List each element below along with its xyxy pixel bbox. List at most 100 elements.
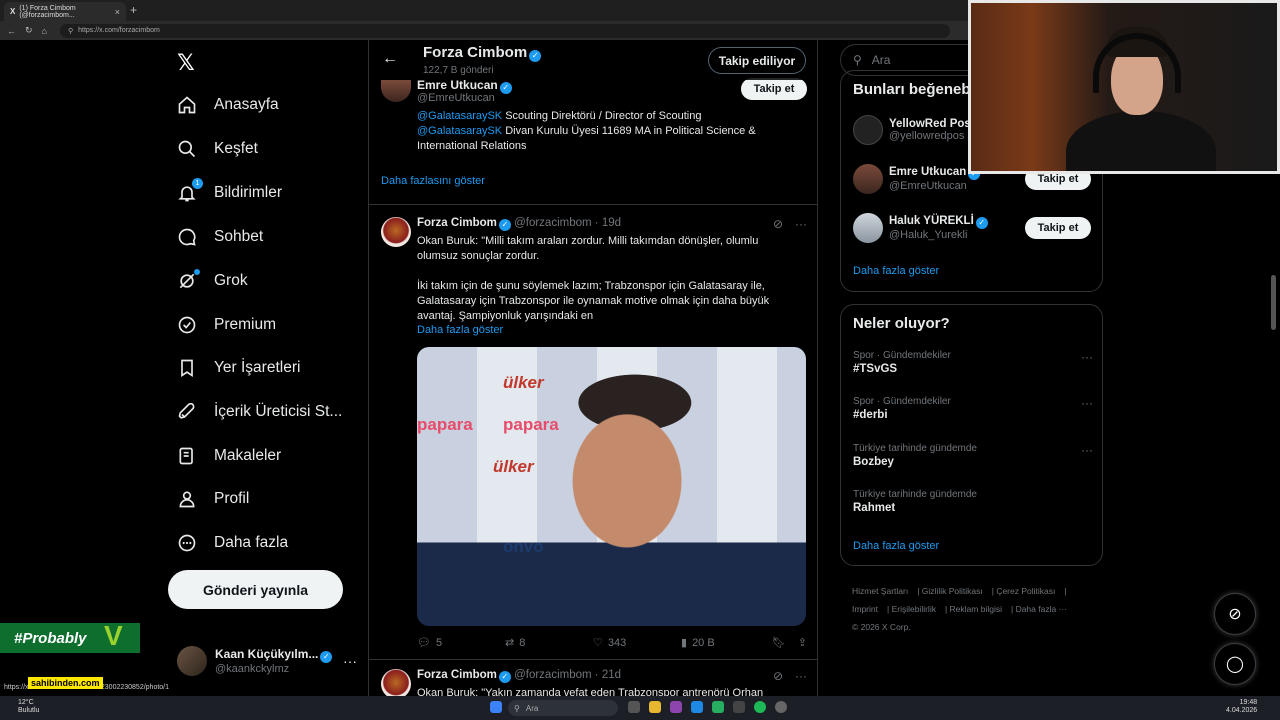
spotify-icon[interactable] bbox=[754, 701, 766, 713]
mention-link[interactable]: @GalatasaraySK bbox=[417, 125, 502, 137]
webcam-overlay bbox=[968, 0, 1280, 174]
share-icon[interactable]: ⇪ bbox=[798, 636, 807, 649]
footer-link[interactable]: Daha fazla ··· bbox=[1016, 604, 1068, 614]
copyright: © 2026 X Corp. bbox=[852, 622, 911, 632]
reload-icon[interactable]: ↻ bbox=[25, 25, 33, 36]
webcam-body bbox=[1066, 111, 1216, 171]
settings-icon[interactable] bbox=[775, 701, 787, 713]
more-dots-icon[interactable]: ··· bbox=[1081, 350, 1093, 364]
tweet[interactable]: Forza Cimbom ✓ @forzacimbom · 21d ⊘ ··· O… bbox=[369, 660, 817, 696]
site-info-icon[interactable]: ⚲ bbox=[68, 27, 73, 35]
tweet[interactable]: Forza Cimbom ✓ @forzacimbom · 19d ⊘ ··· O… bbox=[369, 205, 817, 660]
footer-link[interactable]: Hizmet Şartları bbox=[852, 586, 908, 596]
avatar bbox=[853, 164, 883, 194]
trend-item[interactable]: Türkiye tarihinde gündemde Rahmet bbox=[853, 489, 1093, 514]
footer-link[interactable]: Reklam bilgisi bbox=[950, 604, 1002, 614]
nav-label: Keşfet bbox=[214, 140, 258, 157]
more-dots-icon[interactable]: ··· bbox=[1081, 396, 1093, 410]
reply-button[interactable]: 💬︎ 5 bbox=[417, 636, 505, 650]
mention-link[interactable]: @GalatasaraySK bbox=[417, 110, 502, 122]
start-icon[interactable] bbox=[490, 701, 502, 713]
chat-icon bbox=[176, 226, 198, 248]
x-favicon-icon: X bbox=[10, 7, 16, 16]
like-count: 343 bbox=[607, 636, 627, 649]
suggestion-item[interactable]: Emre Utkucan✓@EmreUtkucan bbox=[853, 164, 981, 194]
show-more-link[interactable]: Daha fazla göster bbox=[853, 540, 939, 552]
x-logo-icon[interactable]: 𝕏 bbox=[177, 50, 195, 76]
browser-tab[interactable]: X (1) Forza Cimbom (@forzacimbom... × bbox=[4, 2, 126, 21]
suggestion-name: YellowRed Pos bbox=[889, 118, 971, 130]
tweet-time[interactable]: 21d bbox=[602, 669, 621, 681]
show-more-link[interactable]: Daha fazla göster bbox=[853, 265, 939, 277]
user-cell[interactable]: Emre Utkucan ✓ @EmreUtkucan Takip et @Gal… bbox=[369, 78, 817, 205]
trend-item[interactable]: Spor · Gündemdekiler #TSvGS ··· bbox=[853, 350, 1093, 375]
nav-bookmarks[interactable]: Yer İşaretleri bbox=[176, 357, 300, 379]
more-dots-icon[interactable]: ··· bbox=[343, 653, 357, 669]
messages-fab-button[interactable]: ◯ bbox=[1214, 643, 1256, 685]
edge-icon[interactable] bbox=[691, 701, 703, 713]
file-explorer-icon[interactable] bbox=[649, 701, 661, 713]
weather-widget[interactable]: 12°C Bulutlu bbox=[18, 699, 39, 715]
account-switcher[interactable]: Kaan Küçükyılm... ✓ @kaankckylmz ··· bbox=[177, 644, 357, 678]
nav-grok[interactable]: Grok bbox=[176, 269, 248, 292]
nav-label: Makaleler bbox=[214, 447, 282, 464]
following-button[interactable]: Takip ediliyor bbox=[708, 47, 806, 74]
bio-text: Scouting Direktörü / Director of Scoutin… bbox=[502, 110, 702, 122]
home-browser-icon[interactable]: ⌂ bbox=[42, 26, 47, 36]
follow-button[interactable]: Takip et bbox=[1025, 217, 1091, 239]
taskbar-clock[interactable]: 19:48 4.04.2026 bbox=[1226, 699, 1257, 715]
taskbar-search[interactable]: ⚲ Ara bbox=[508, 700, 618, 716]
scrollbar[interactable] bbox=[1271, 275, 1276, 330]
profile-header: ← Forza Cimbom ✓ 122,7 B gönderi Takip ed… bbox=[369, 40, 817, 80]
left-navigation: 𝕏 Anasayfa Keşfet 1 Bildirimler Sohbet G… bbox=[168, 40, 358, 696]
show-more-link[interactable]: Daha fazlasını göster bbox=[381, 175, 485, 187]
close-tab-icon[interactable]: × bbox=[115, 7, 120, 17]
repost-button[interactable]: ⇄ 8 bbox=[505, 636, 593, 650]
tweet-handle: @forzacimbom bbox=[514, 669, 592, 681]
url-field[interactable]: ⚲ https://x.com/forzacimbom bbox=[59, 23, 950, 38]
nav-creator-studio[interactable]: İçerik Üreticisi St... bbox=[176, 401, 342, 423]
nav-articles[interactable]: Makaleler bbox=[176, 445, 281, 467]
nav-premium[interactable]: Premium bbox=[176, 314, 276, 336]
footer-link[interactable]: Çerez Politikası bbox=[996, 586, 1055, 596]
suggestion-item[interactable]: YellowRed Pos @yellowredpos bbox=[853, 115, 971, 145]
footer-link[interactable]: Gizlilik Politikası bbox=[922, 586, 983, 596]
back-arrow-icon[interactable]: ← bbox=[382, 50, 398, 68]
chrome-icon[interactable] bbox=[712, 701, 724, 713]
task-view-icon[interactable] bbox=[628, 701, 640, 713]
app-icon[interactable] bbox=[733, 701, 745, 713]
tweet-media-image[interactable]: ülker papara papara ülker onvo bbox=[417, 347, 806, 626]
grok-icon[interactable]: ⊘ bbox=[773, 669, 783, 683]
separator: · bbox=[594, 217, 602, 229]
grok-icon[interactable]: ⊘ bbox=[773, 217, 783, 231]
user-bio: @GalatasaraySK Scouting Direktörü / Dire… bbox=[417, 109, 807, 154]
nav-more[interactable]: Daha fazla bbox=[176, 532, 288, 554]
tweet-time[interactable]: 19d bbox=[602, 217, 621, 229]
nav-explore[interactable]: Keşfet bbox=[176, 138, 258, 160]
nav-profile[interactable]: Profil bbox=[176, 488, 249, 510]
more-dots-icon[interactable]: ··· bbox=[795, 669, 807, 683]
app-icon[interactable] bbox=[670, 701, 682, 713]
views-button[interactable]: ▮ 20 B bbox=[681, 636, 769, 650]
suggestion-name: Emre Utkucan bbox=[889, 166, 967, 178]
post-button[interactable]: Gönderi yayınla bbox=[168, 570, 343, 609]
footer-link[interactable]: Imprint bbox=[852, 604, 878, 614]
new-tab-icon[interactable]: + bbox=[130, 3, 137, 17]
trend-item[interactable]: Türkiye tarihinde gündemde Bozbey ··· bbox=[853, 443, 1093, 468]
grok-fab-button[interactable]: ⊘ bbox=[1214, 593, 1256, 635]
trends-title: Neler oluyor? bbox=[853, 315, 950, 332]
more-dots-icon[interactable]: ··· bbox=[1081, 443, 1093, 457]
nav-home[interactable]: Anasayfa bbox=[176, 94, 279, 116]
suggestion-item[interactable]: Haluk YÜREKLİ ✓ @Haluk_Yurekli bbox=[853, 213, 988, 243]
like-button[interactable]: ♡ 343 bbox=[593, 636, 681, 650]
bookmark-icon[interactable]: 🔖︎ bbox=[772, 636, 786, 649]
nav-chat[interactable]: Sohbet bbox=[176, 226, 263, 248]
more-dots-icon[interactable]: ··· bbox=[795, 217, 807, 231]
follow-button[interactable]: Takip et bbox=[741, 78, 807, 100]
nav-label: Yer İşaretleri bbox=[214, 359, 301, 376]
back-icon[interactable]: ← bbox=[7, 26, 16, 36]
footer-link[interactable]: Erişilebilirlik bbox=[892, 604, 936, 614]
show-more-link[interactable]: Daha fazla göster bbox=[417, 324, 503, 336]
nav-notifications[interactable]: 1 Bildirimler bbox=[176, 178, 282, 204]
trend-item[interactable]: Spor · Gündemdekiler #derbi ··· bbox=[853, 396, 1093, 421]
